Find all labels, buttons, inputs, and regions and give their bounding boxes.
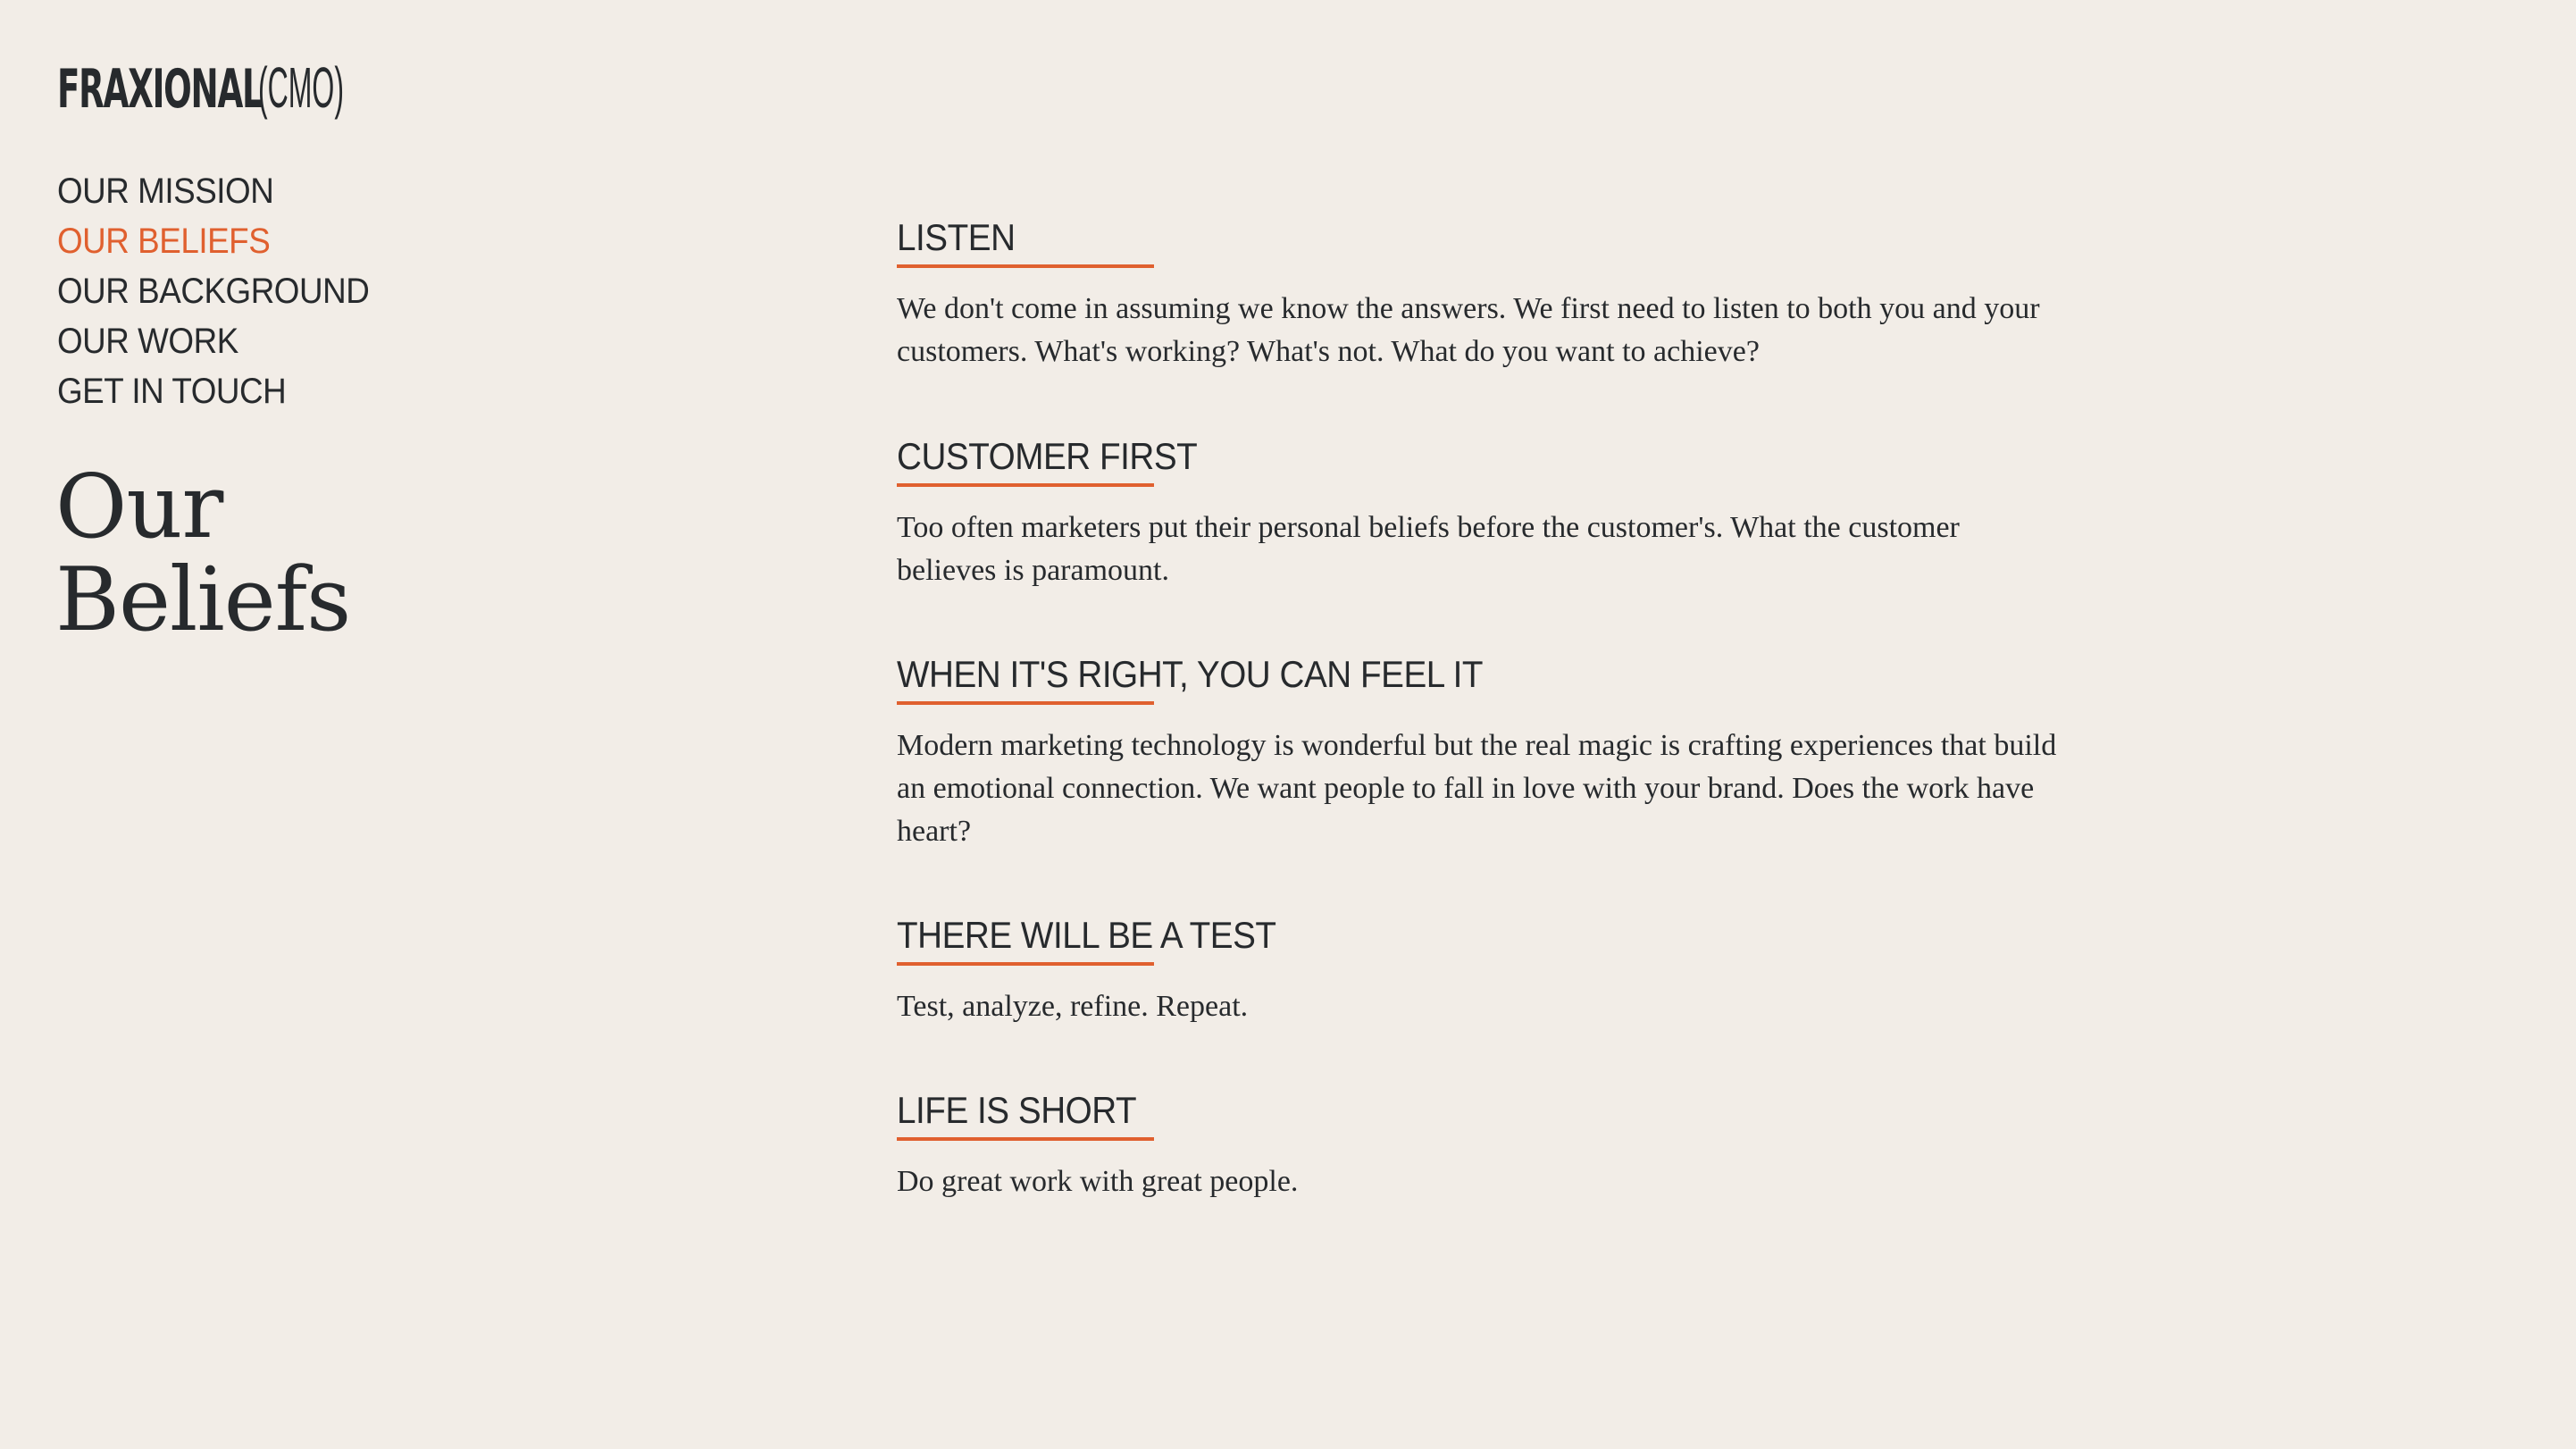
nav-item-our-background[interactable]: OUR BACKGROUND <box>57 266 370 316</box>
logo-wordmark: FRAXIONAL <box>57 58 263 121</box>
belief-life-is-short: LIFE IS SHORT Do great work with great p… <box>897 1084 2058 1203</box>
belief-underline <box>897 701 1154 705</box>
belief-text: Modern marketing technology is wonderful… <box>897 729 2057 848</box>
belief-underline <box>897 483 1154 487</box>
belief-text: Test, analyze, refine. Repeat. <box>897 990 1249 1023</box>
page-title-line-2: Beliefs <box>55 549 351 651</box>
belief-text: We don't come in assuming we know the an… <box>897 292 2040 368</box>
belief-heading: WHEN IT'S RIGHT, YOU CAN FEEL IT <box>897 653 1484 695</box>
belief-heading: LISTEN <box>897 216 1016 258</box>
brand-logo[interactable]: FRAXIONAL (CMO) <box>57 54 344 121</box>
nav-item-our-work[interactable]: OUR WORK <box>57 316 369 366</box>
nav-item-our-beliefs[interactable]: OUR BELIEFS <box>57 216 369 266</box>
belief-heading: LIFE IS SHORT <box>897 1089 1137 1131</box>
main-nav: OUR MISSION OUR BELIEFS OUR BACKGROUND O… <box>57 166 397 416</box>
page-title-line-1: Our <box>55 456 223 558</box>
logo-suffix: (CMO) <box>258 55 344 120</box>
belief-heading: CUSTOMER FIRST <box>897 435 1198 477</box>
belief-customer-first: CUSTOMER FIRST Too often marketers put t… <box>897 430 2058 648</box>
belief-heading: THERE WILL BE A TEST <box>897 914 1276 956</box>
nav-item-our-mission[interactable]: OUR MISSION <box>57 166 369 216</box>
belief-underline <box>897 264 1154 268</box>
beliefs-list: LISTEN We don't come in assuming we know… <box>897 211 2058 1203</box>
belief-listen: LISTEN We don't come in assuming we know… <box>897 211 2058 389</box>
belief-underline <box>897 1137 1154 1141</box>
belief-text: Do great work with great people. <box>897 1165 1299 1198</box>
page-title: Our Beliefs <box>55 456 351 651</box>
belief-underline <box>897 962 1154 966</box>
belief-there-will-be-a-test: THERE WILL BE A TEST Test, analyze, refi… <box>897 909 2058 1084</box>
nav-item-get-in-touch[interactable]: GET IN TOUCH <box>57 366 369 416</box>
belief-text: Too often marketers put their personal b… <box>897 511 1960 587</box>
belief-when-its-right: WHEN IT'S RIGHT, YOU CAN FEEL IT Modern … <box>897 648 2058 909</box>
